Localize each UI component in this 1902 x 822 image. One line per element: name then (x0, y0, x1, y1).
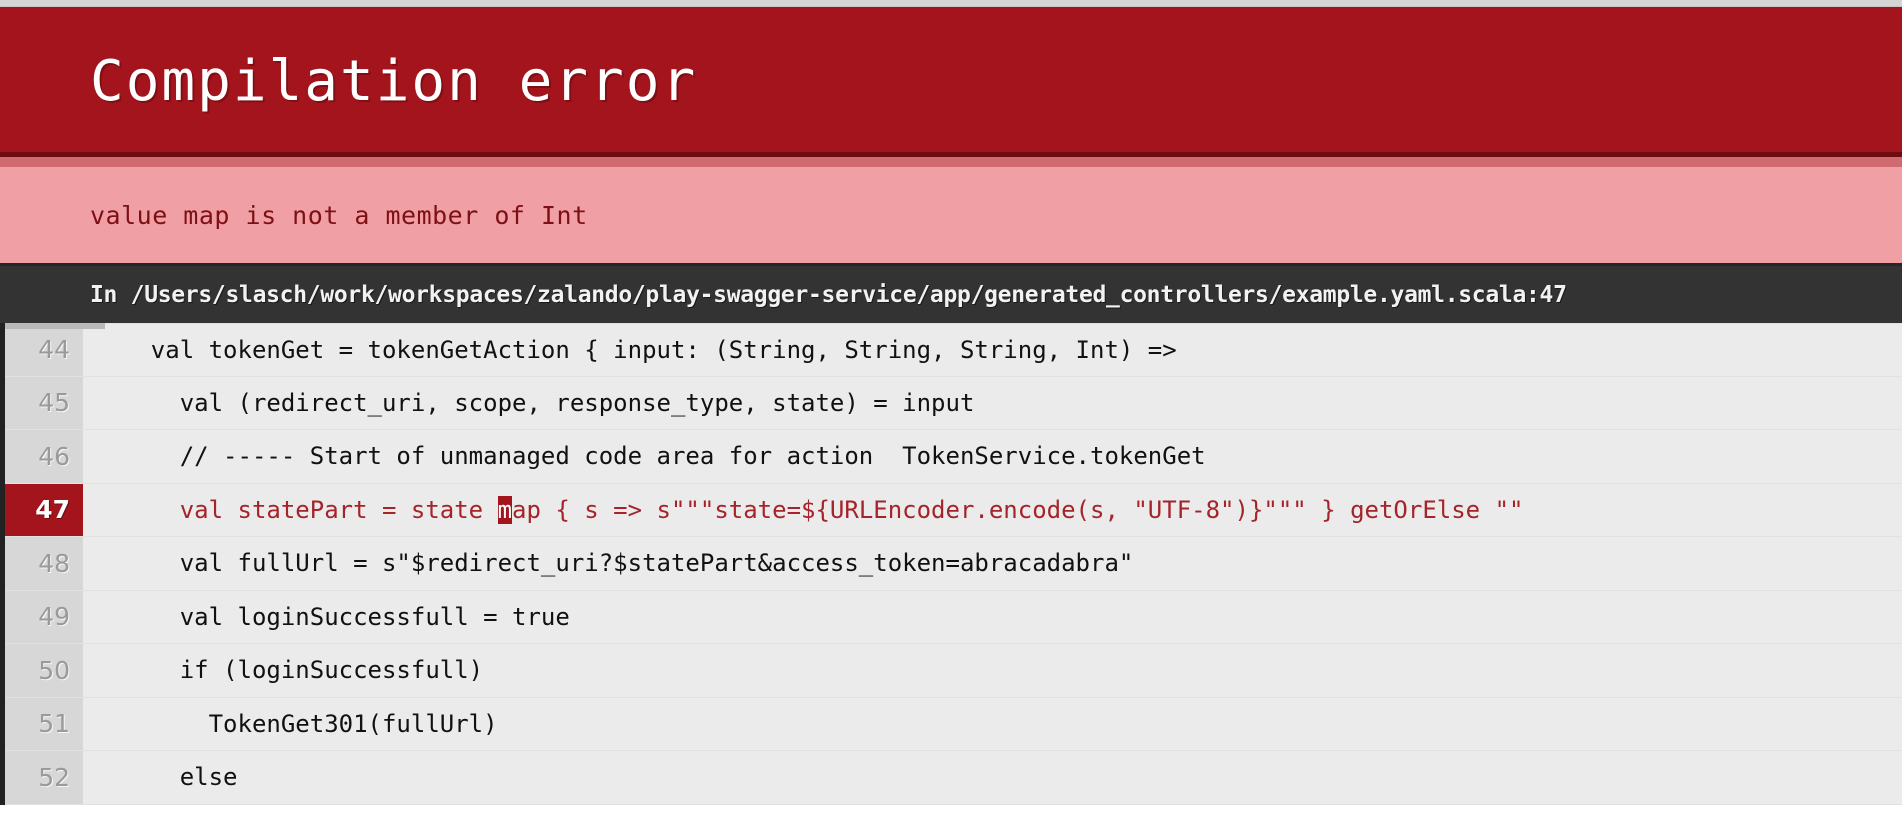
error-marker-highlight: m (497, 495, 513, 524)
code-line-text: val statePart = state m ap { s => s"""sta… (83, 484, 1902, 537)
line-number: 46 (5, 430, 83, 483)
code-line-text: // ----- Start of unmanaged code area fo… (93, 442, 1206, 471)
code-row-error: 47 val statePart = state m ap { s => s"""… (5, 483, 1902, 537)
window-top-strip (0, 0, 1902, 7)
code-row: 51 TokenGet301(fullUrl) (5, 697, 1902, 751)
code-line-text: val fullUrl = s"$redirect_uri?$statePart… (93, 549, 1134, 578)
code-fragment-after-error: ap { s => s"""state=${URLEncoder.encode(… (512, 495, 1524, 524)
source-code-listing: 44 val tokenGet = tokenGetAction { input… (0, 323, 1902, 805)
code-line-text: TokenGet301(fullUrl) (93, 709, 498, 738)
code-line-text: else (93, 763, 238, 792)
code-row: 50 if (loginSuccessfull) (5, 644, 1902, 698)
message-band-divider (0, 157, 1902, 167)
error-message-text: value map is not a member of Int (90, 200, 588, 230)
error-location-bar: In /Users/slasch/work/workspaces/zalando… (0, 263, 1902, 323)
code-row: 48 val fullUrl = s"$redirect_uri?$stateP… (5, 537, 1902, 591)
line-number: 50 (5, 644, 83, 697)
line-number: 45 (5, 376, 83, 429)
compilation-error-page: Compilation error value map is not a mem… (0, 0, 1902, 822)
code-line-text: val tokenGet = tokenGetAction { input: (… (93, 335, 1177, 364)
code-row: 46 // ----- Start of unmanaged code area… (5, 430, 1902, 484)
line-number: 52 (5, 751, 83, 804)
code-line-text: if (loginSuccessfull) (93, 656, 484, 685)
line-number: 49 (5, 590, 83, 643)
code-row: 52 else (5, 751, 1902, 805)
code-row: 44 val tokenGet = tokenGetAction { input… (5, 323, 1902, 377)
code-row: 45 val (redirect_uri, scope, response_ty… (5, 376, 1902, 430)
page-title: Compilation error (90, 49, 698, 114)
line-number: 47 (5, 483, 83, 536)
code-line-text: val loginSuccessfull = true (93, 602, 570, 631)
error-file-path: In /Users/slasch/work/workspaces/zalando… (90, 281, 1567, 308)
line-number: 51 (5, 697, 83, 750)
code-row: 49 val loginSuccessfull = true (5, 590, 1902, 644)
line-number: 44 (5, 324, 83, 376)
error-message-band: value map is not a member of Int (0, 167, 1902, 263)
code-line-text: val (redirect_uri, scope, response_type,… (93, 388, 975, 417)
line-number: 48 (5, 537, 83, 590)
error-title-banner: Compilation error (0, 7, 1902, 157)
code-fragment-before-error: val statePart = state (93, 495, 498, 524)
